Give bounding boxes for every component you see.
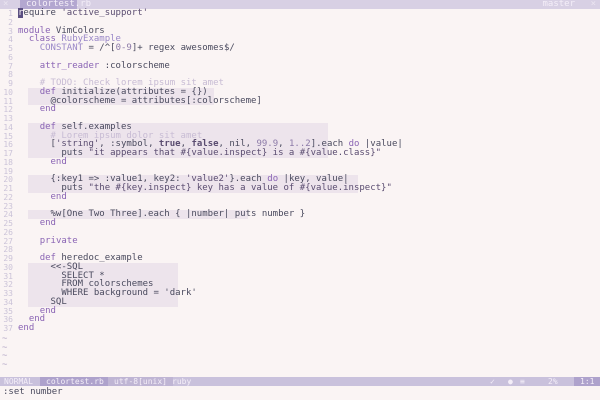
code-line[interactable]: 18 end — [0, 156, 600, 167]
code-line[interactable]: 1 require 'active_support' — [0, 8, 600, 18]
mode-indicator: NORMAL — [4, 377, 33, 386]
line-number: 13 — [3, 114, 13, 123]
line-number: 33 — [3, 289, 13, 298]
scroll-percent: 2% — [548, 377, 558, 386]
line-number: 29 — [3, 254, 13, 263]
code-line[interactable]: 37 end — [0, 323, 600, 334]
line-number: 16 — [3, 140, 13, 150]
line-number: 15 — [3, 131, 13, 141]
code-text: end — [50, 156, 67, 167]
code-text: end — [39, 218, 56, 228]
code-line[interactable]: 34 SQL — [0, 297, 600, 307]
line-number: 37 — [3, 324, 13, 333]
code-line[interactable]: 36 end — [0, 315, 600, 325]
code-text: CONSTANT = /^[0-9]+ regex awesomes$/ — [39, 43, 235, 53]
git-branch-label: master — [542, 0, 575, 9]
statusline: NORMAL colortest.rb utf-8[unix] ruby ✓ ●… — [0, 377, 600, 386]
code-line[interactable]: 11 @colorscheme = attributes[:colorschem… — [0, 96, 600, 106]
line-number: 34 — [3, 297, 13, 307]
line-number: 2 — [8, 17, 13, 27]
code-line[interactable]: 33 WHERE background = 'dark' — [0, 289, 600, 299]
line-number: 20 — [3, 175, 13, 185]
line-number: 24 — [3, 210, 13, 220]
line-number: 1 — [8, 9, 13, 18]
check-icon: ✓ — [490, 377, 495, 386]
code-line[interactable]: 7 attr_reader :colorscheme — [0, 60, 600, 71]
line-number: 35 — [3, 306, 13, 316]
code-line[interactable]: 25 end — [0, 218, 600, 229]
tilde-marker: ~ — [2, 360, 8, 370]
line-number: 26 — [3, 227, 13, 237]
line-number: 19 — [3, 166, 13, 176]
code-text: puts "the #{key.inspect} key has a value… — [18, 183, 392, 193]
code-text: %w[One Two Three].each { |number| puts n… — [18, 209, 306, 220]
empty-buffer-line: ~ — [0, 361, 600, 370]
line-number: 21 — [3, 184, 13, 193]
editor-buffer[interactable]: 1 require 'active_support' 2 3 module VimCol… — [0, 8, 600, 377]
code-text: puts "it appears that #{value.inspect} i… — [18, 148, 382, 158]
line-number: 11 — [3, 96, 13, 106]
dot-icon: ● — [508, 377, 513, 386]
code-text: end — [18, 323, 35, 333]
lines-icon: ≡ — [520, 377, 525, 386]
line-number: 5 — [8, 44, 13, 53]
code-text: end — [50, 191, 67, 202]
code-line[interactable]: 27 private — [0, 235, 600, 246]
line-number: 17 — [3, 149, 13, 158]
file-encoding: utf-8[unix] — [108, 377, 173, 386]
line-number: 9 — [8, 79, 13, 88]
code-line[interactable]: 17 puts "it appears that #{value.inspect… — [0, 148, 600, 159]
line-number: 18 — [3, 157, 13, 167]
empty-buffer-line: ~ — [0, 334, 600, 344]
empty-buffer-line: ~ — [0, 343, 600, 353]
code-line[interactable]: 5 CONSTANT = /^[0-9]+ regex awesomes$/ — [0, 43, 600, 54]
line-number: 27 — [3, 236, 13, 246]
code-text: end — [39, 104, 56, 115]
cursor-position: 1:1 — [574, 377, 600, 386]
line-number: 32 — [3, 280, 13, 290]
line-number: 36 — [3, 315, 13, 325]
line-number: 10 — [3, 87, 13, 97]
line-number: 28 — [3, 245, 13, 255]
code-line[interactable]: 29 def heredoc_example — [0, 254, 600, 264]
code-line[interactable]: 22 end — [0, 191, 600, 202]
line-number: 7 — [8, 61, 13, 71]
line-number: 4 — [8, 35, 13, 45]
line-number: 22 — [3, 192, 13, 202]
line-number: 31 — [3, 271, 13, 281]
code-line[interactable]: 35 end — [0, 306, 600, 316]
tab-close-icon[interactable]: × — [3, 0, 8, 9]
command-line[interactable]: :set number — [3, 387, 63, 397]
line-number: 3 — [8, 26, 13, 36]
close-window-icon[interactable]: × — [591, 0, 596, 9]
code-text: attr_reader :colorscheme — [39, 60, 170, 71]
line-number: 14 — [3, 122, 13, 132]
code-text: private — [39, 235, 78, 246]
line-number: 30 — [3, 262, 13, 272]
code-text: require 'active_support' — [18, 8, 149, 18]
line-number: 12 — [3, 105, 13, 115]
line-number: 8 — [8, 70, 13, 80]
filetype-label: ruby — [172, 377, 192, 386]
code-line[interactable]: 24 %w[One Two Three].each { |number| put… — [0, 209, 600, 220]
statusline-filename: colortest.rb — [40, 377, 110, 386]
line-number: 25 — [3, 219, 13, 228]
line-number: 23 — [3, 201, 13, 211]
code-line[interactable]: 12 end — [0, 104, 600, 115]
code-line[interactable]: 21 puts "the #{key.inspect} key has a va… — [0, 183, 600, 194]
code-line[interactable]: 26 — [0, 228, 600, 237]
line-number: 6 — [8, 52, 13, 62]
empty-buffer-line: ~ — [0, 352, 600, 361]
